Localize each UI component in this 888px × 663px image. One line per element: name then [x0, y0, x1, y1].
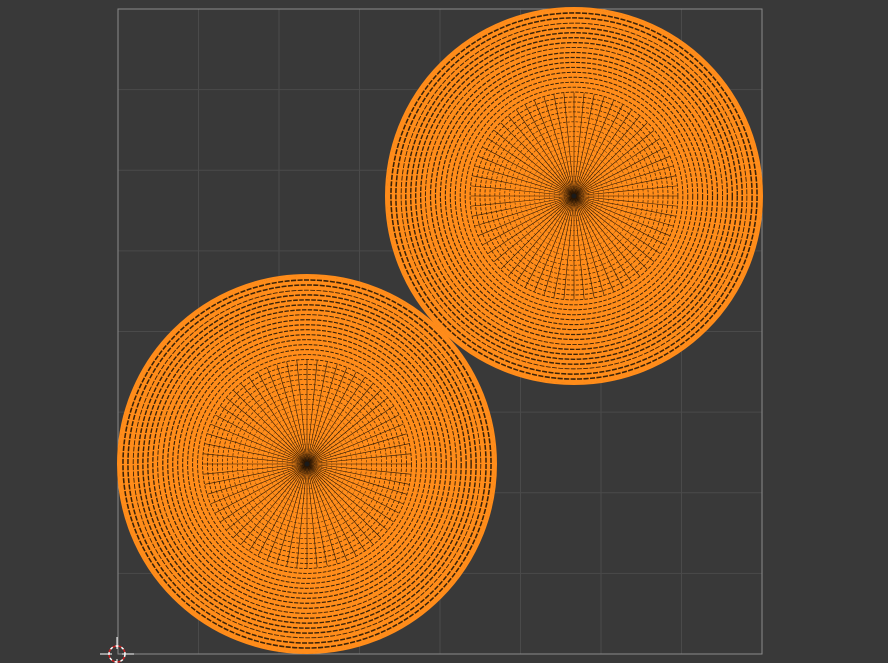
uv-island-lower-left[interactable] [117, 274, 497, 654]
center-vertex[interactable] [304, 461, 310, 467]
crosshair-cursor-icon[interactable] [100, 637, 134, 663]
center-vertex[interactable] [571, 193, 577, 199]
uv-editor-viewport[interactable] [0, 0, 888, 663]
uv-editor-canvas[interactable] [0, 0, 888, 663]
uv-island-upper-right[interactable] [385, 7, 763, 385]
